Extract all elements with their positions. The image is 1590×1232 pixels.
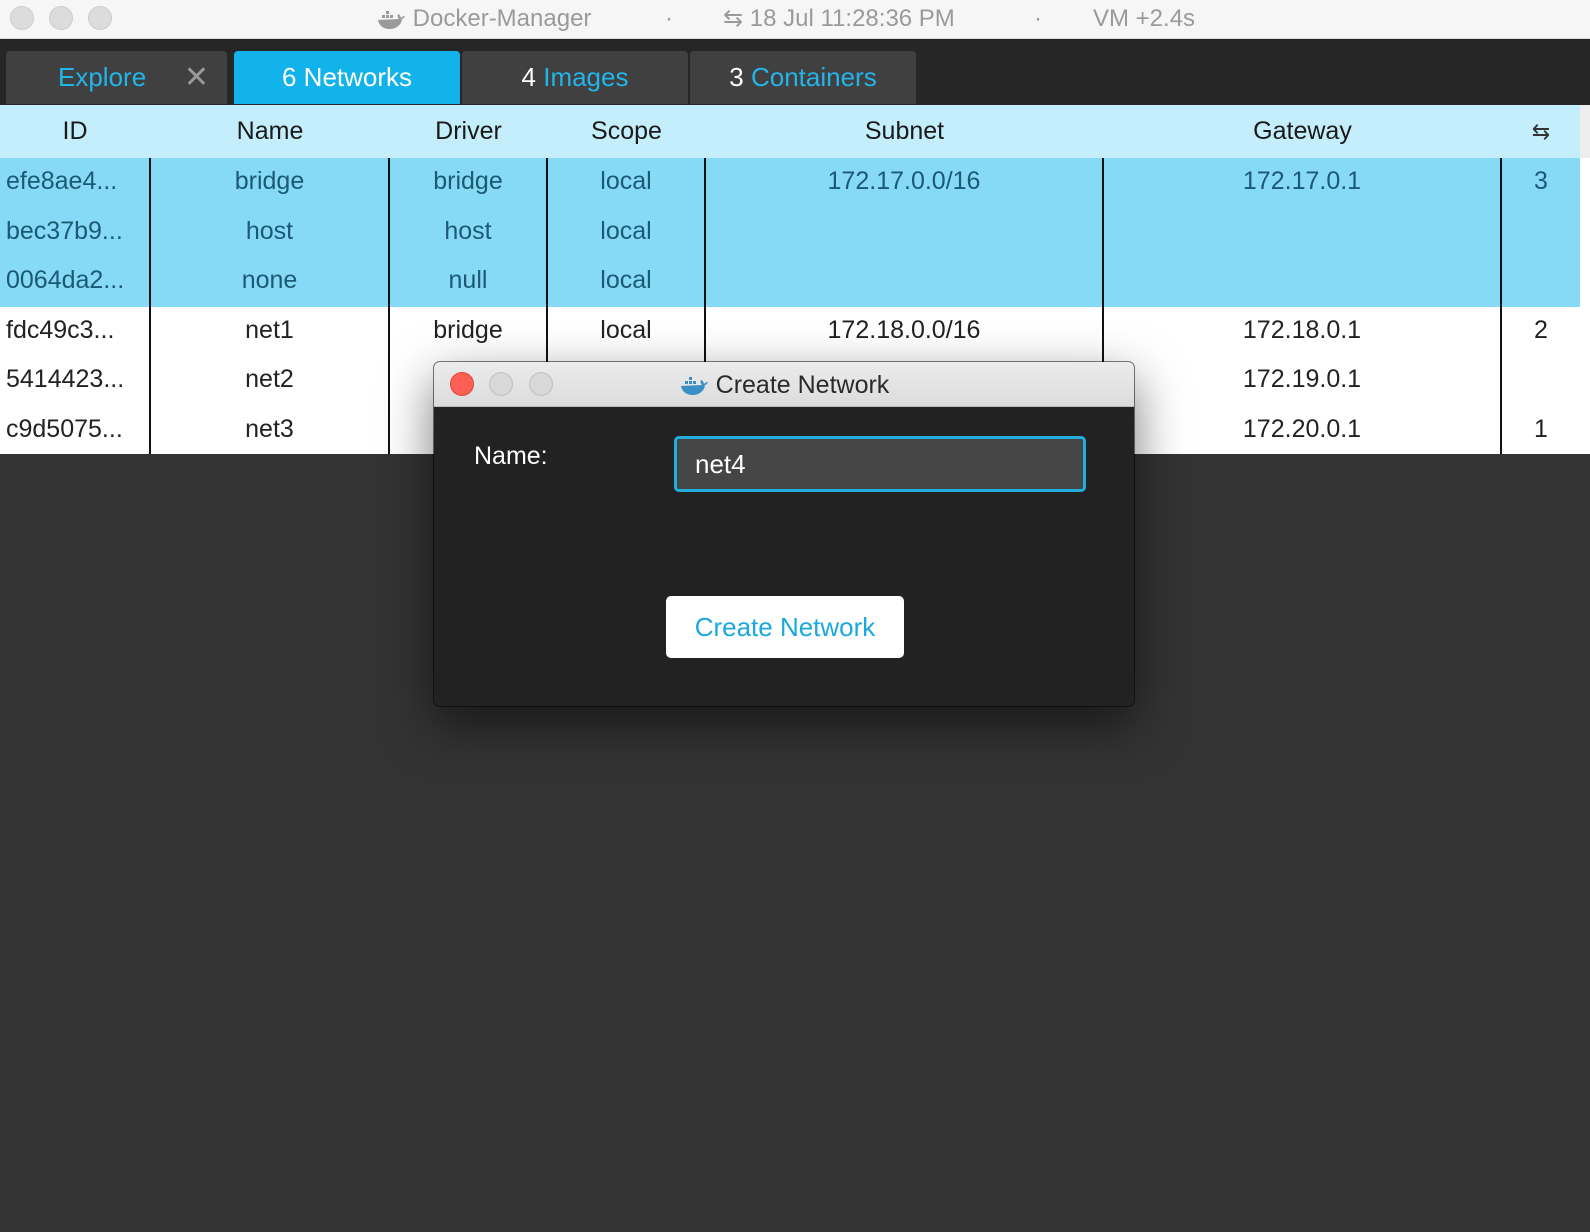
app-window: Docker-Manager · ⇆ 18 Jul 11:28:36 PM · … (0, 0, 1590, 1232)
cell-gateway: 172.20.0.1 (1242, 414, 1362, 443)
name-label: Name: (474, 442, 548, 470)
tab-count: 6 (281, 62, 297, 92)
window-minimize-button[interactable] (49, 6, 73, 30)
create-network-dialog: Create Network Name: Create Network (434, 362, 1134, 706)
tab-label: Networks (303, 62, 413, 92)
tab-images[interactable]: 4 Images (462, 51, 688, 104)
cell-subnet: 172.18.0.0/16 (827, 315, 981, 344)
dialog-zoom-button[interactable] (529, 372, 553, 396)
cell-scope: local (600, 216, 652, 245)
column-header-gateway[interactable]: Gateway (1104, 105, 1501, 158)
table-header: ID Name Driver Scope Subnet Gateway ⇆ (0, 105, 1590, 158)
close-icon[interactable]: ✕ (184, 51, 209, 104)
table-row[interactable]: 0064da2... none null local (0, 257, 1580, 307)
cell-id: c9d5075... (6, 414, 123, 443)
cell-containers: 1 (1534, 414, 1548, 443)
sync-icon: ⇆ (723, 5, 744, 32)
cell-containers: 2 (1534, 315, 1548, 344)
table-row[interactable]: bec37b9... host host local (0, 207, 1580, 257)
cell-id: efe8ae4... (6, 167, 118, 195)
title-separator: · (1034, 5, 1042, 32)
tab-networks[interactable]: 6 Networks (234, 51, 460, 104)
cell-id: 0064da2... (6, 266, 125, 294)
cell-driver: host (444, 216, 492, 245)
tab-label: Containers (750, 62, 877, 92)
cell-name: net3 (245, 414, 294, 443)
table-row[interactable]: efe8ae4... bridge bridge local 172.17.0.0/16… (0, 158, 1580, 208)
column-header-subnet[interactable]: Subnet (706, 105, 1103, 158)
column-divider (388, 158, 390, 454)
column-divider (1500, 158, 1502, 454)
title-bar: Docker-Manager · ⇆ 18 Jul 11:28:36 PM · … (0, 0, 1590, 39)
tab-count: 4 (521, 62, 536, 92)
cell-driver: bridge (433, 315, 503, 344)
cell-name: none (241, 266, 298, 294)
table-row[interactable]: fdc49c3... net1 bridge local 172.18.0.0/16 17… (0, 307, 1580, 357)
network-name-input[interactable] (674, 436, 1086, 492)
title-separator: · (665, 5, 673, 32)
cell-gateway: 172.17.0.1 (1242, 167, 1362, 195)
cell-name: bridge (234, 167, 305, 195)
window-zoom-button[interactable] (88, 6, 112, 30)
tab-containers[interactable]: 3 Containers (690, 51, 916, 104)
column-header-name[interactable]: Name (151, 105, 389, 158)
cell-gateway: 172.19.0.1 (1242, 365, 1362, 393)
docker-whale-icon (680, 377, 708, 396)
scrollbar[interactable] (1580, 105, 1590, 158)
create-network-button[interactable]: Create Network (666, 596, 904, 658)
datetime-text: 18 Jul 11:28:36 PM (749, 5, 955, 32)
cell-scope: local (600, 167, 652, 195)
tab-label: Explore (58, 62, 147, 92)
column-header-scope[interactable]: Scope (548, 105, 705, 158)
vm-status: VM +2.4s (1093, 5, 1196, 32)
cell-name: host (245, 216, 294, 245)
tab-label: Images (543, 62, 629, 92)
cell-id: 5414423... (6, 365, 125, 393)
cell-containers: 3 (1534, 167, 1548, 195)
app-title-text: Docker-Manager (412, 5, 592, 32)
dialog-minimize-button[interactable] (489, 372, 513, 396)
column-header-id[interactable]: ID (0, 105, 150, 158)
cell-name: net2 (245, 365, 294, 393)
dialog-close-button[interactable] (450, 372, 474, 396)
cell-scope: local (600, 266, 652, 294)
cell-id: fdc49c3... (6, 315, 115, 344)
column-header-driver[interactable]: Driver (390, 105, 547, 158)
dialog-title-text: Create Network (715, 371, 890, 399)
tab-explore[interactable]: Explore ✕ (6, 51, 227, 104)
app-title: Docker-Manager (376, 4, 591, 34)
cell-id: bec37b9... (6, 216, 123, 245)
docker-whale-icon (378, 10, 405, 29)
cell-driver: null (448, 266, 488, 294)
column-divider (149, 158, 151, 454)
tab-strip: Explore ✕ 6 Networks 4 Images 3 Containe… (0, 39, 1590, 105)
dialog-title-bar: Create Network (434, 362, 1134, 407)
tab-count: 3 (729, 62, 744, 92)
cell-scope: local (600, 315, 652, 344)
cell-driver: bridge (433, 167, 503, 195)
clock: ⇆ 18 Jul 11:28:36 PM (723, 4, 955, 34)
cell-subnet: 172.17.0.0/16 (827, 167, 981, 195)
column-header-containers-icon[interactable]: ⇆ (1502, 105, 1580, 158)
cell-name: net1 (245, 315, 294, 344)
window-close-button[interactable] (10, 6, 34, 30)
cell-gateway: 172.18.0.1 (1242, 315, 1362, 344)
